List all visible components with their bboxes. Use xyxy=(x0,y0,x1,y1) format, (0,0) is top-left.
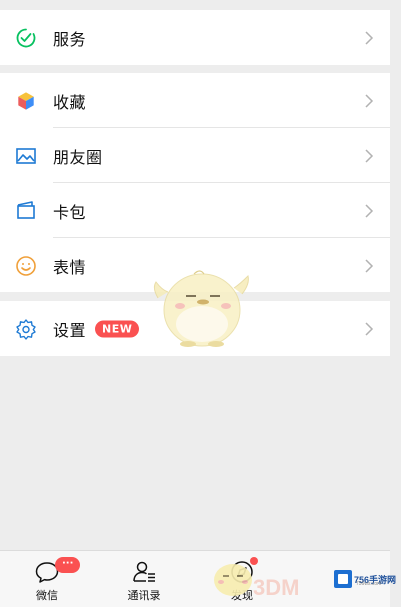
favorites-icon xyxy=(14,89,38,113)
sticker-icon xyxy=(14,254,38,278)
menu-item-label: 表情 xyxy=(53,257,87,277)
menu-item-services[interactable]: 服务 xyxy=(0,10,390,65)
watermark-3dm: 3DM xyxy=(253,575,300,600)
menu-item-label: 卡包 xyxy=(53,202,87,222)
chevron-right-icon xyxy=(365,148,374,163)
tab-label: 通讯录 xyxy=(127,589,161,602)
watermark-mascot xyxy=(153,270,249,347)
gear-icon xyxy=(14,317,38,341)
me-screen: 服务 收藏 朋友圈 卡包 表情 设置 NEW ··· 微信 通讯录 发现 xyxy=(0,0,390,607)
chevron-right-icon xyxy=(365,93,374,108)
tab-label: 微信 xyxy=(36,589,58,602)
chevron-right-icon xyxy=(365,30,374,45)
menu-item-label: 设置 xyxy=(53,320,87,340)
menu-item-label: 收藏 xyxy=(53,92,87,112)
services-icon xyxy=(14,26,38,50)
card-wallet-icon xyxy=(14,199,38,223)
main-menu-section: 收藏 朋友圈 卡包 表情 xyxy=(0,73,390,292)
menu-item-label: 朋友圈 xyxy=(53,147,103,167)
watermark-logo: 756手游网 756ws.com xyxy=(334,568,400,590)
bottom-tab-bar: ··· 微信 通讯录 发现 xyxy=(0,550,390,607)
tab-chats[interactable]: ··· 微信 xyxy=(7,551,87,607)
chevron-right-icon xyxy=(365,258,374,273)
services-section: 服务 xyxy=(0,10,390,65)
menu-item-moments[interactable]: 朋友圈 xyxy=(0,128,390,183)
menu-item-favorites[interactable]: 收藏 xyxy=(0,73,390,128)
site-logo-icon xyxy=(334,570,352,588)
contacts-icon xyxy=(133,561,155,582)
chevron-right-icon xyxy=(365,203,374,218)
moments-icon xyxy=(14,144,38,168)
new-badge: NEW xyxy=(95,320,140,337)
menu-item-label: 服务 xyxy=(53,29,87,49)
watermark-mascot-small xyxy=(214,564,252,596)
menu-item-cards[interactable]: 卡包 xyxy=(0,183,390,238)
unread-badge: ··· xyxy=(55,557,81,573)
tab-contacts[interactable]: 通讯录 xyxy=(104,551,184,607)
watermark-url: 756ws.com xyxy=(356,581,382,587)
chevron-right-icon xyxy=(365,321,374,336)
